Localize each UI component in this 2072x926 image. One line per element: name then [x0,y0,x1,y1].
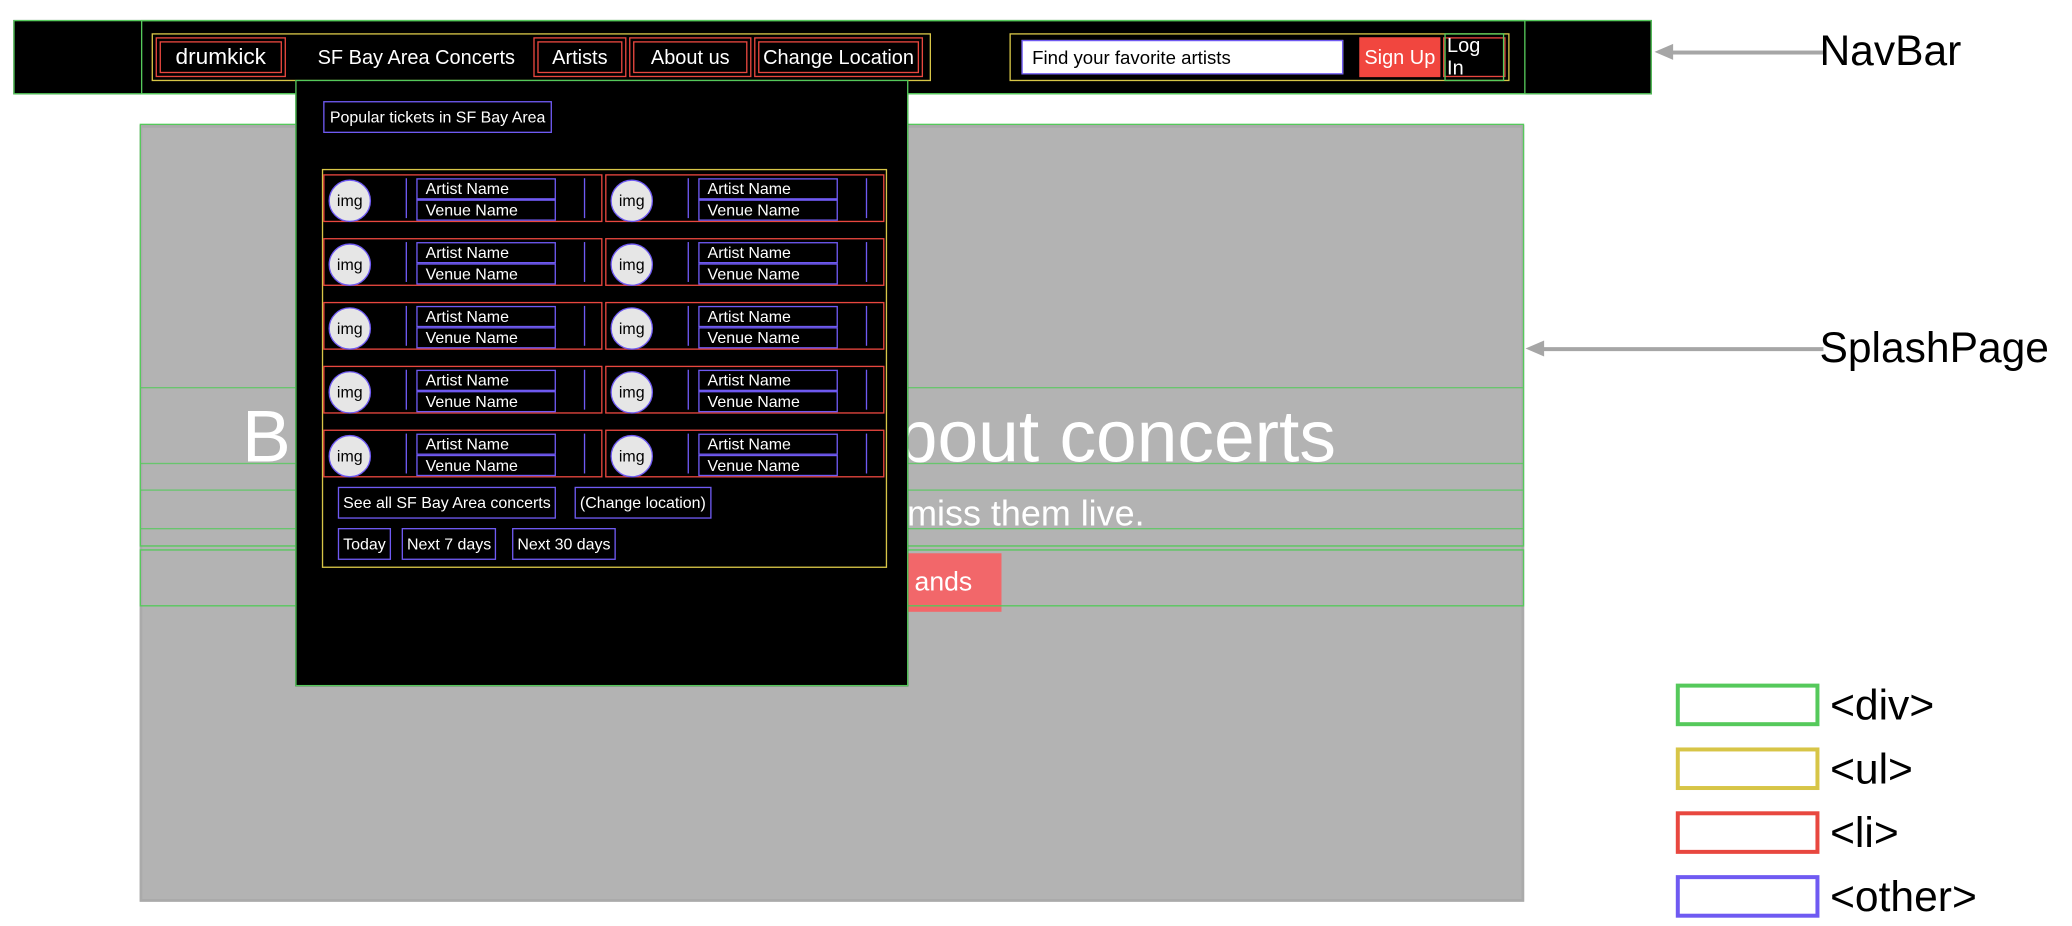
filter-next-30-days[interactable]: Next 30 days [512,528,616,560]
nav-item-change-location[interactable]: Change Location [754,37,924,78]
ticket-divider [687,242,689,282]
artist-name: Artist Name [698,305,838,328]
artist-image-icon: img [328,179,372,223]
venue-name: Venue Name [416,327,556,349]
ticket-item[interactable]: img Artist Name Venue Name [605,238,885,286]
ticket-divider [405,242,407,282]
nav-item-about[interactable]: About us [629,37,752,78]
artist-name: Artist Name [698,242,838,264]
splash-arrow-line [1541,347,1824,352]
ticket-right-divider [865,433,868,474]
ticket-item[interactable]: img Artist Name Venue Name [605,429,885,478]
signup-button[interactable]: Sign Up [1359,37,1441,78]
ticket-item[interactable]: img Artist Name Venue Name [323,429,603,478]
filter-next-7-days[interactable]: Next 7 days [401,528,497,560]
popular-tickets-heading: Popular tickets in SF Bay Area [323,101,553,133]
artist-image-icon: img [328,243,372,286]
diagram-canvas: Babout concerts never miss them live. an… [0,0,2072,926]
venue-name: Venue Name [416,454,556,477]
ticket-right-divider [865,242,868,282]
venue-name: Venue Name [698,199,838,221]
artist-name: Artist Name [416,178,556,200]
artist-image-icon: img [328,434,372,478]
ticket-divider [687,433,689,474]
ticket-divider [687,369,689,410]
ticket-divider [405,178,407,219]
ticket-right-divider [583,178,586,219]
nav-item-concerts[interactable]: SF Bay Area Concerts [297,37,536,77]
legend-swatch [1675,811,1820,854]
legend-label: <ul> [1830,744,1913,793]
legend-swatch [1675,683,1820,727]
nav-item-artists[interactable]: Artists [533,37,627,78]
venue-name: Venue Name [416,263,556,285]
venue-name: Venue Name [416,199,556,221]
ticket-divider [405,433,407,474]
ticket-right-divider [583,242,586,282]
ticket-item[interactable]: img Artist Name Venue Name [605,365,885,414]
artist-image-icon: img [610,434,654,478]
artist-name: Artist Name [416,369,556,392]
ticket-item[interactable]: img Artist Name Venue Name [323,174,603,223]
ticket-right-divider [865,305,868,346]
legend-label: <li> [1830,808,1899,857]
artist-name: Artist Name [416,433,556,455]
ticket-divider [405,369,407,410]
ticket-divider [687,305,689,346]
ticket-right-divider [865,369,868,410]
nav-item-brand[interactable]: drumkick [155,37,286,78]
ticket-right-divider [583,433,586,474]
see-all-concerts-link[interactable]: See all SF Bay Area concerts [337,486,557,519]
artist-image-icon: img [610,179,654,223]
login-button[interactable]: Log In [1443,33,1506,82]
artist-image-icon: img [328,307,372,350]
artist-image-icon: img [610,307,654,350]
ticket-divider [687,178,689,219]
venue-name: Venue Name [698,327,838,349]
ticket-item[interactable]: img Artist Name Venue Name [323,301,603,350]
navbar-account-list: Find your favorite artists Sign Up Log I… [1009,33,1510,82]
ticket-right-divider [865,178,868,219]
filter-today[interactable]: Today [337,528,392,560]
venue-name: Venue Name [698,391,838,413]
venue-name: Venue Name [698,454,838,477]
legend-swatch [1675,747,1820,791]
login-label: Log In [1444,33,1505,82]
ticket-item[interactable]: img Artist Name Venue Name [605,301,885,350]
ticket-divider [405,305,407,346]
ticket-item[interactable]: img Artist Name Venue Name [605,174,885,223]
navbar-arrow-line [1670,50,1824,55]
concerts-dropdown: Popular tickets in SF Bay Area See all S… [295,79,909,687]
artist-image-icon: img [610,371,654,414]
navbar-annotation: NavBar [1819,26,1962,75]
artist-image-icon: img [610,243,654,286]
artist-name: Artist Name [698,369,838,392]
venue-name: Venue Name [698,263,838,285]
legend-label: <other> [1830,872,1977,921]
ticket-item[interactable]: img Artist Name Venue Name [323,365,603,414]
legend-label: <div> [1830,680,1935,729]
artist-name: Artist Name [698,433,838,455]
venue-name: Venue Name [416,391,556,413]
artist-name: Artist Name [698,178,838,200]
ticket-right-divider [583,305,586,346]
search-input[interactable]: Find your favorite artists [1021,39,1344,75]
ticket-right-divider [583,369,586,410]
legend-swatch [1675,875,1820,918]
splash-annotation: SplashPage [1819,323,2049,372]
artist-name: Artist Name [416,242,556,264]
ticket-item[interactable]: img Artist Name Venue Name [323,238,603,286]
artist-name: Artist Name [416,305,556,328]
artist-image-icon: img [328,371,372,414]
navbar-menu-list: drumkick SF Bay Area Concerts Artists Ab… [151,33,932,82]
change-location-link[interactable]: (Change location) [574,486,712,519]
